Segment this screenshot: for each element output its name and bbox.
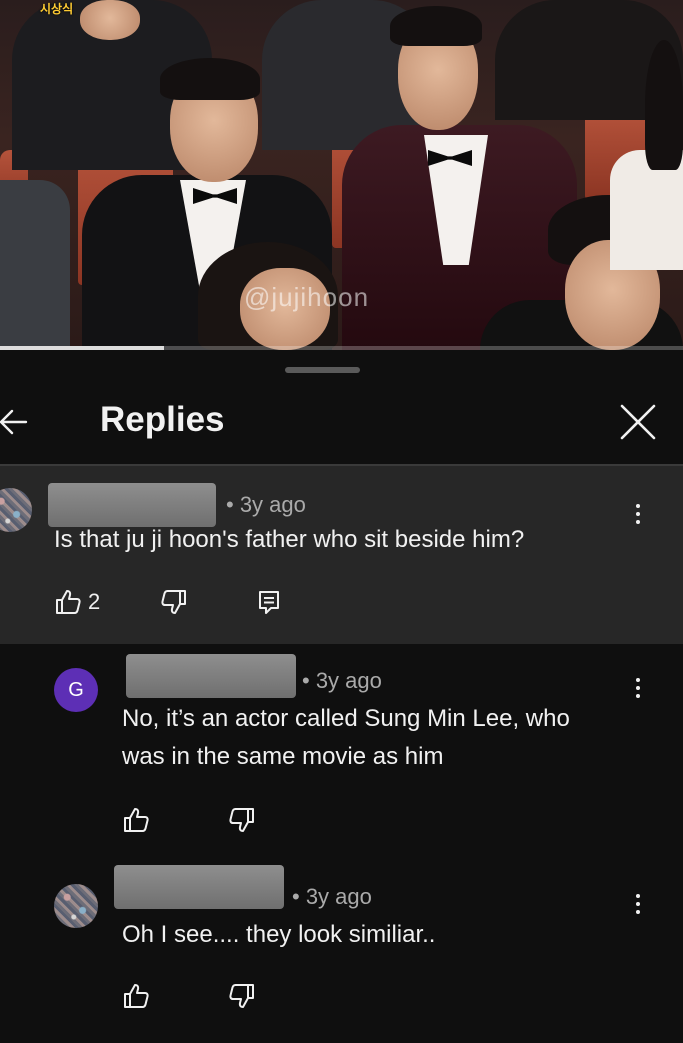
man-hair [390,6,482,46]
audience-head [80,0,140,40]
comment-text-line: No, it’s an actor called Sung Min Lee, w… [122,705,570,732]
redacted-username [126,654,296,698]
avatar[interactable] [54,884,98,928]
comment-text-line: was in the same movie as him [122,743,444,770]
parent-comment: • 3y ago Is that ju ji hoon's father who… [0,466,683,644]
like-count: 2 [88,589,101,614]
reply-button[interactable] [256,586,282,618]
comment-menu-button[interactable] [626,890,650,926]
audience-member [0,180,70,350]
comment-timestamp: • 3y ago [302,668,382,693]
replies-header: Replies [0,380,683,464]
thumb-down-icon [161,590,186,614]
comment-menu-button[interactable] [626,674,650,710]
close-button[interactable] [616,400,660,444]
back-button[interactable] [0,402,40,442]
thumb-down-icon [229,808,254,832]
back-arrow-icon [0,409,28,435]
avatar[interactable]: G [54,668,98,712]
comment-text: Oh I see.... they look similiar.. [122,921,436,948]
video-player[interactable]: 시상식 @jujihoon [0,0,683,350]
dislike-button[interactable] [228,980,256,1012]
like-button[interactable] [122,980,150,1012]
reply-icon [259,591,279,614]
page-title: Replies [100,400,225,439]
thumb-up-icon [124,808,149,832]
redacted-username [114,865,284,909]
reply-comment: G • 3y ago No, it’s an actor called Sung… [0,644,683,854]
comment-timestamp: • 3y ago [292,884,372,909]
reply-comment: • 3y ago Oh I see.... they look similiar… [0,860,683,1043]
replies-panel: Replies • 3y ago Is that ju ji hoon's fa… [0,350,683,1043]
woman-hair [645,40,683,170]
video-watermark: @jujihoon [244,282,370,312]
comment-menu-button[interactable] [626,500,650,536]
dislike-button[interactable] [160,586,188,618]
like-button[interactable]: 2 [54,586,100,618]
like-button[interactable] [122,804,150,836]
drag-handle[interactable] [285,367,360,373]
video-corner-label: 시상식 [40,2,74,16]
avatar[interactable] [0,488,32,532]
man-hair [160,58,260,100]
comment-timestamp: • 3y ago [226,492,306,517]
thumb-up-icon [56,590,81,614]
thumb-down-icon [229,984,254,1008]
dislike-button[interactable] [228,804,256,836]
thumb-up-icon [124,984,149,1008]
comment-text: Is that ju ji hoon's father who sit besi… [54,526,525,553]
close-icon [620,404,656,440]
